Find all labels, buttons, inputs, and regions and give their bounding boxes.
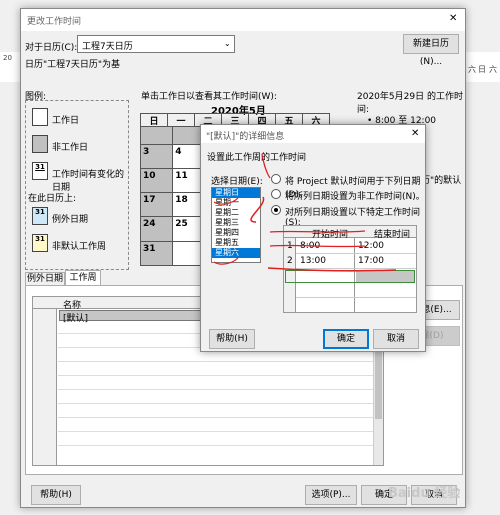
- annotation-underline: [269, 244, 366, 248]
- annotation-underline: [267, 267, 397, 272]
- red-annotations: [213, 153, 397, 272]
- annotation-line: [261, 153, 271, 179]
- annotation-underline: [213, 197, 239, 205]
- annotation-underline: [213, 257, 239, 265]
- watermark-text: Baidu 经验: [388, 486, 461, 501]
- annotation-check-mark: [250, 196, 265, 223]
- annotation-underline: [269, 230, 366, 233]
